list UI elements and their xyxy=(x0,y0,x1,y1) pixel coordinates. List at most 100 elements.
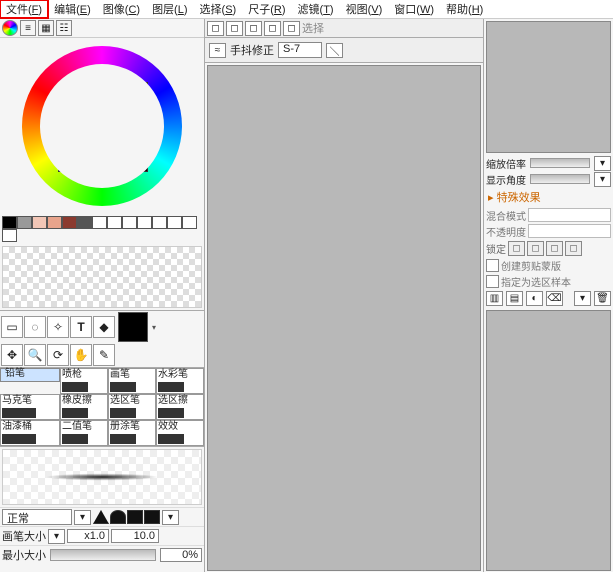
swatch[interactable] xyxy=(17,216,32,229)
eyedropper-tool-icon[interactable]: ✎ xyxy=(93,344,115,366)
size-mult[interactable]: x1.0 xyxy=(67,529,109,543)
new-folder-icon[interactable]: ▤ xyxy=(506,291,523,306)
rgb-slider-icon[interactable]: ≡ xyxy=(20,20,36,36)
brush-preset[interactable]: 铅笔 xyxy=(0,368,60,382)
assel-check[interactable] xyxy=(486,275,499,288)
menu-item[interactable]: 尺子(R) xyxy=(242,0,291,18)
tip-shape[interactable] xyxy=(127,510,143,524)
brush-preset[interactable]: 马克笔 xyxy=(0,394,60,420)
swatch[interactable] xyxy=(2,229,17,242)
zoom-slider[interactable] xyxy=(530,158,590,168)
brush-name: 水彩笔 xyxy=(158,370,202,380)
sel-mode-icon[interactable]: ◻ xyxy=(226,21,243,36)
menu-item[interactable]: 滤镜(T) xyxy=(292,0,340,18)
lock-btn-icon[interactable]: ◻ xyxy=(508,241,525,256)
blend-dropdown-icon[interactable]: ▾ xyxy=(74,510,91,525)
line-tool-icon[interactable]: ＼ xyxy=(326,43,343,58)
menu-item[interactable]: 选择(S) xyxy=(194,0,243,18)
sel-mode-icon[interactable]: ◻ xyxy=(245,21,262,36)
clip-check[interactable] xyxy=(486,259,499,272)
swatch[interactable] xyxy=(122,216,137,229)
swatch-grid[interactable] xyxy=(2,246,202,308)
swatch[interactable] xyxy=(62,216,77,229)
clear-layer-icon[interactable]: ⌫ xyxy=(546,291,563,306)
layer-mask-icon[interactable]: ◐ xyxy=(526,291,543,306)
swatch[interactable] xyxy=(137,216,152,229)
menu-item[interactable]: 视图(V) xyxy=(340,0,389,18)
merge-down-icon[interactable]: ▾ xyxy=(574,291,591,306)
size-value[interactable]: 10.0 xyxy=(111,529,159,543)
sel-mode-icon[interactable]: ◻ xyxy=(207,21,224,36)
wand-tool-icon[interactable]: ✧ xyxy=(47,316,69,338)
brush-preset[interactable]: 水彩笔 xyxy=(156,368,204,394)
layer-blend-select[interactable] xyxy=(528,208,611,222)
swatch[interactable] xyxy=(152,216,167,229)
left-panel: ≡ ▦ ☷ ▭ ◌ ✧ T ◆ ▾ ✥ 🔍 ⟳ ✋ xyxy=(0,19,205,572)
menu-item[interactable]: 图像(C) xyxy=(97,0,146,18)
brush-preset[interactable]: 选区笔 xyxy=(108,394,156,420)
angle-slider[interactable] xyxy=(530,174,590,184)
lock-btn-icon[interactable]: ◻ xyxy=(546,241,563,256)
color-wheel[interactable] xyxy=(0,38,204,214)
delete-layer-icon[interactable]: 🗑 xyxy=(594,291,611,306)
size-dropdown-icon[interactable]: ▾ xyxy=(48,529,65,544)
fgbg-swap-icon[interactable]: ▾ xyxy=(149,317,159,337)
menu-item[interactable]: 图层(L) xyxy=(146,0,193,18)
stabilizer-select[interactable]: S-7 xyxy=(278,42,322,58)
brush-preset[interactable]: 油漆桶 xyxy=(0,420,60,446)
navigator[interactable] xyxy=(486,21,611,153)
brush-preset[interactable]: 二值笔 xyxy=(60,420,108,446)
brush-preset[interactable]: 画笔 xyxy=(108,368,156,394)
new-layer-icon[interactable]: ▥ xyxy=(486,291,503,306)
sel-mode-icon[interactable]: ◻ xyxy=(283,21,300,36)
angle-dropdown-icon[interactable]: ▾ xyxy=(594,172,611,187)
center-panel: ◻ ◻ ◻ ◻ ◻ 选择 ≈ 手抖修正 S-7 ＼ xyxy=(205,19,483,572)
tip-shape[interactable] xyxy=(110,510,126,524)
swatch[interactable] xyxy=(32,216,47,229)
brush-preset[interactable]: 册涂笔 xyxy=(108,420,156,446)
min-size-slider[interactable] xyxy=(50,549,156,561)
tip-shape[interactable] xyxy=(93,510,109,524)
swatch[interactable] xyxy=(2,216,17,229)
lock-btn-icon[interactable]: ◻ xyxy=(565,241,582,256)
zoom-dropdown-icon[interactable]: ▾ xyxy=(594,156,611,171)
zoom-tool-icon[interactable]: 🔍 xyxy=(24,344,46,366)
menu-item[interactable]: 窗口(W) xyxy=(388,0,440,18)
move-tool-icon[interactable]: ✥ xyxy=(1,344,23,366)
brush-preset[interactable]: 效效 xyxy=(156,420,204,446)
text-tool-icon[interactable]: T xyxy=(70,316,92,338)
special-effects-toggle[interactable]: ▸ 特殊效果 xyxy=(484,187,613,207)
layer-list[interactable] xyxy=(486,310,611,571)
lasso-tool-icon[interactable]: ◌ xyxy=(24,316,46,338)
menu-item[interactable]: 帮助(H) xyxy=(440,0,489,18)
brush-preset[interactable]: 喷枪 xyxy=(60,368,108,394)
menu-item[interactable]: 编辑(E) xyxy=(48,0,97,18)
right-panel: 缩放倍率▾ 显示角度▾ ▸ 特殊效果 混合模式 不透明度 锁定 ◻ ◻ ◻ ◻ … xyxy=(483,19,613,572)
swatch[interactable] xyxy=(92,216,107,229)
rotate-tool-icon[interactable]: ⟳ xyxy=(47,344,69,366)
brush-preset[interactable]: 选区擦 xyxy=(156,394,204,420)
swatch[interactable] xyxy=(77,216,92,229)
lock-btn-icon[interactable]: ◻ xyxy=(527,241,544,256)
layer-opacity-input[interactable] xyxy=(528,224,611,238)
canvas-area[interactable] xyxy=(207,65,481,571)
marquee-tool-icon[interactable]: ▭ xyxy=(1,316,23,338)
shape-tool-icon[interactable]: ◆ xyxy=(93,316,115,338)
menu-item[interactable]: 文件(F) xyxy=(0,0,48,18)
swatch[interactable] xyxy=(107,216,122,229)
swatch[interactable] xyxy=(182,216,197,229)
hand-tool-icon[interactable]: ✋ xyxy=(70,344,92,366)
palette-icon[interactable]: ▦ xyxy=(38,20,54,36)
min-size-value[interactable]: 0% xyxy=(160,548,202,562)
brush-preset[interactable]: 橡皮擦 xyxy=(60,394,108,420)
stabilizer-icon[interactable]: ≈ xyxy=(209,43,226,58)
sel-mode-icon[interactable]: ◻ xyxy=(264,21,281,36)
swatch[interactable] xyxy=(47,216,62,229)
scratch-icon[interactable]: ☷ xyxy=(56,20,72,36)
swatch[interactable] xyxy=(167,216,182,229)
foreground-color[interactable] xyxy=(118,312,148,342)
blend-mode-select[interactable]: 正常 xyxy=(2,509,72,525)
tip-shape[interactable] xyxy=(144,510,160,524)
color-wheel-mode-icon[interactable] xyxy=(2,20,18,36)
tip-dropdown-icon[interactable]: ▾ xyxy=(162,510,179,525)
